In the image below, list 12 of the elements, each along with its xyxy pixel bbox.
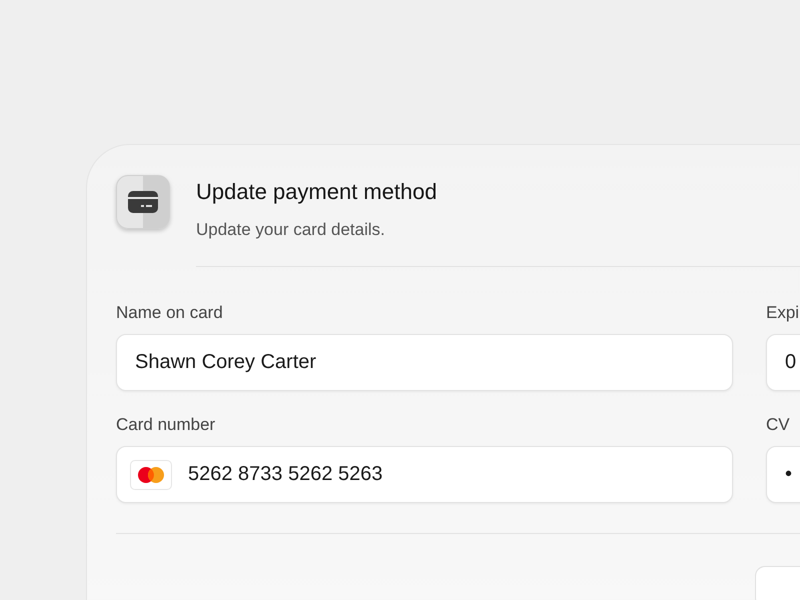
field-label: Expi	[766, 303, 800, 323]
input-field[interactable]: •	[766, 446, 800, 503]
input-field[interactable]: 5262 8733 5262 5263	[116, 446, 733, 503]
input-field[interactable]: 0	[766, 334, 800, 391]
card-brand-icon	[130, 460, 172, 490]
field-label: Name on card	[116, 303, 224, 323]
credit-card-icon	[116, 175, 170, 229]
dialog-subtitle: Update your card details.	[196, 220, 386, 240]
input-field[interactable]: Shawn Corey Carter	[116, 334, 733, 391]
dialog-title: Update payment method	[196, 179, 437, 205]
field-label: Card number	[116, 415, 216, 435]
field-label: CV	[766, 415, 791, 435]
